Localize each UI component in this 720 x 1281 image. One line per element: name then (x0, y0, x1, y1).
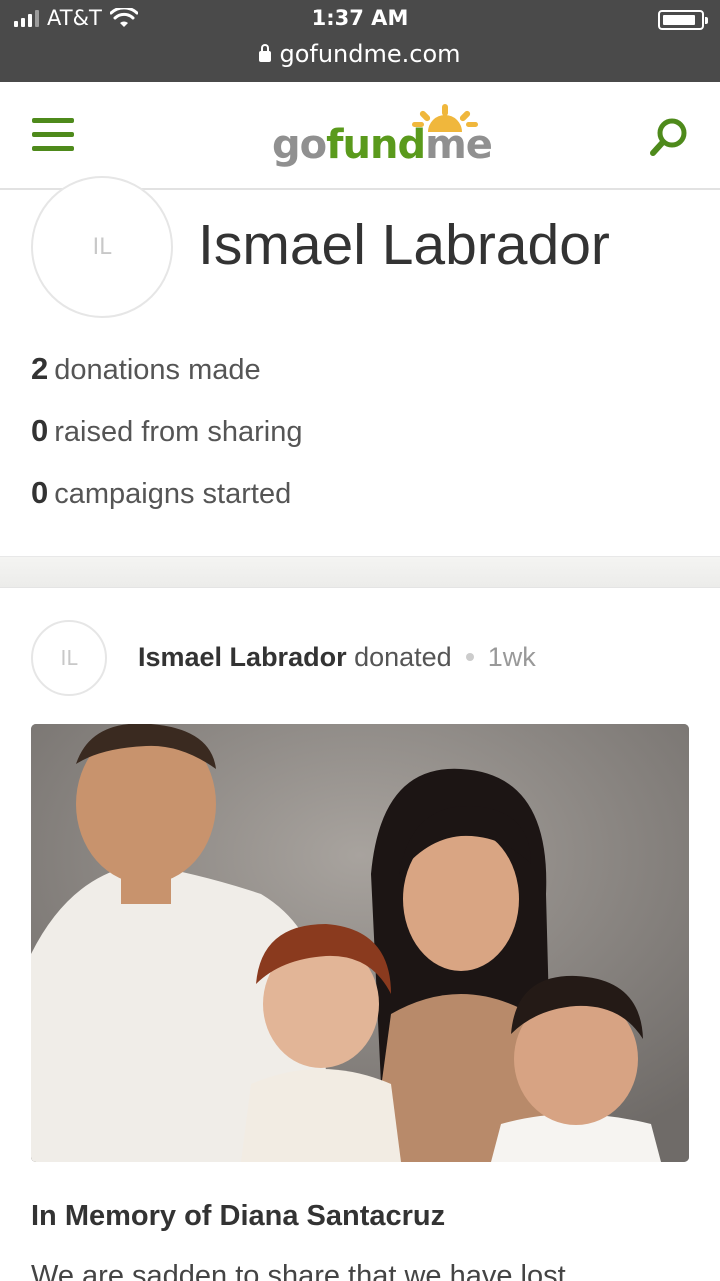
gofundme-logo[interactable]: gofundme (270, 102, 493, 172)
ios-status-bar: AT&T 1:37 AM gofundme.com (0, 0, 720, 82)
battery-icon (658, 10, 708, 30)
campaign-photo[interactable] (31, 724, 689, 1162)
site-header: gofundme (0, 82, 720, 190)
activity-line: Ismael Labrador donated 1wk (138, 642, 536, 673)
activity-actor-link[interactable]: Ismael Labrador (138, 642, 347, 672)
stat-donations: 2 donations made (31, 351, 261, 386)
activity-avatar[interactable]: IL (31, 620, 107, 696)
section-divider (0, 556, 720, 588)
lock-icon (259, 44, 272, 62)
stat-raised-from-sharing: 0 raised from sharing (31, 413, 303, 448)
family-portrait-image (31, 724, 689, 1162)
separator-dot (465, 652, 474, 661)
avatar-initials: IL (60, 646, 78, 670)
url-text: gofundme.com (279, 40, 461, 68)
activity-timestamp: 1wk (487, 642, 536, 672)
clock: 1:37 AM (311, 6, 409, 30)
profile-stats: 2 donations made 0 raised from sharing 0 ca… (31, 348, 302, 534)
profile-avatar: IL (31, 176, 173, 318)
search-icon[interactable] (648, 116, 690, 158)
address-bar[interactable]: gofundme.com (0, 40, 720, 68)
campaign-snippet: We are sadden to share that we have lost (31, 1260, 566, 1281)
avatar-initials: IL (92, 234, 112, 260)
profile-name: Ismael Labrador (198, 213, 610, 277)
stat-campaigns-started: 0 campaigns started (31, 475, 292, 510)
hamburger-menu-icon[interactable] (32, 118, 74, 154)
campaign-title-link[interactable]: In Memory of Diana Santacruz (31, 1200, 445, 1233)
activity-action: donated (354, 642, 452, 672)
logo-wordmark: gofundme (272, 122, 493, 168)
